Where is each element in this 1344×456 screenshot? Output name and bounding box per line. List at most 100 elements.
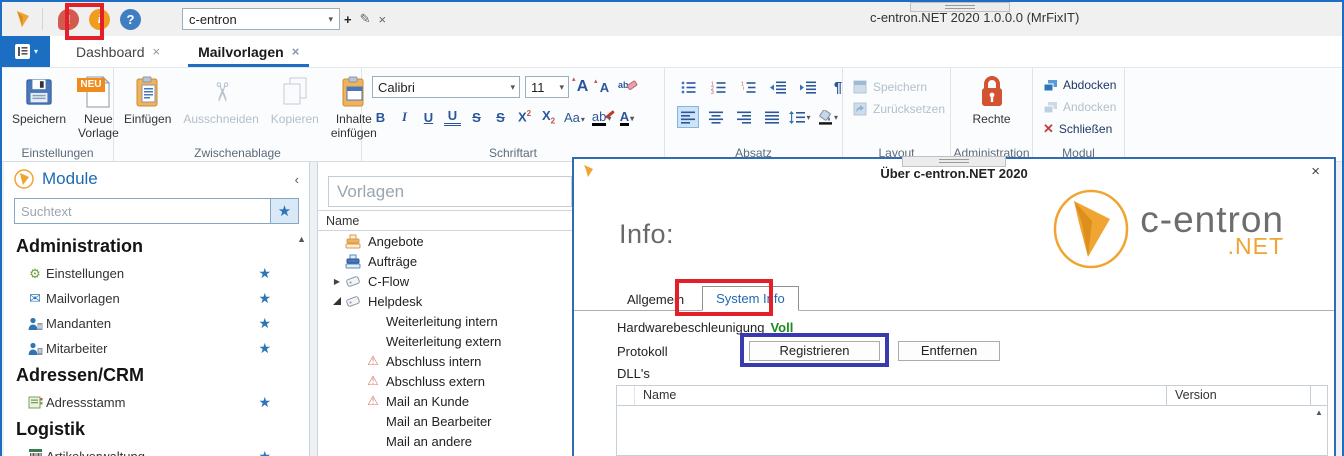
favorite-star-icon[interactable]: ★ <box>258 265 271 282</box>
registrieren-button[interactable]: Registrieren <box>749 341 880 361</box>
font-family-select[interactable]: Calibri ▾ <box>372 76 520 98</box>
tree-item-abschluss-intern[interactable]: ⚠ Abschluss intern <box>318 351 572 371</box>
dialog-close-icon[interactable]: × <box>1311 163 1320 180</box>
feedback-icon[interactable]: ! <box>58 9 79 30</box>
font-color-button[interactable]: A▾ <box>618 109 635 126</box>
schliessen-button[interactable]: ✕ Schließen <box>1043 118 1120 140</box>
font-size-select[interactable]: 11 ▾ <box>525 76 569 98</box>
tree-item-cflow[interactable]: ▶ C-Flow <box>318 271 572 291</box>
dialog-drag-handle[interactable] <box>902 156 1006 167</box>
favorite-star-icon[interactable]: ★ <box>258 394 271 411</box>
strikethrough-button[interactable]: S <box>468 110 485 125</box>
sidebar-item-mailvorlagen[interactable]: ✉ Mailvorlagen ★ <box>16 286 297 311</box>
sidebar-item-label: Artikelverwaltung <box>46 449 145 456</box>
dialog-tab-strip: Allgemein System Info <box>617 285 799 311</box>
highlight-color-button[interactable]: ab▾ <box>592 109 611 126</box>
close-icon[interactable]: × <box>153 44 161 59</box>
einfuegen-button[interactable]: Einfügen <box>118 72 177 144</box>
dlls-label: DLL's <box>617 366 650 381</box>
remove-profile-icon[interactable]: × <box>379 12 387 27</box>
tree-item-mail-an-kunde[interactable]: ⚠ Mail an Kunde <box>318 391 572 411</box>
tab-mailvorlagen[interactable]: Mailvorlagen × <box>186 36 311 67</box>
bold-button[interactable]: B <box>372 110 389 125</box>
list-menu-icon <box>14 43 31 60</box>
sidebar-item-adressstamm[interactable]: Adressstamm ★ <box>16 390 297 415</box>
favorite-star-icon[interactable]: ★ <box>258 340 271 357</box>
change-case-button[interactable]: Aa▾ <box>564 110 585 125</box>
clear-formatting-button[interactable]: ab <box>618 78 638 97</box>
entfernen-button[interactable]: Entfernen <box>898 341 1000 361</box>
abdocken-button[interactable]: Abdocken <box>1043 74 1120 96</box>
multilevel-list-button[interactable]: 1i <box>737 76 759 98</box>
tab-allgemein[interactable]: Allgemein <box>617 288 694 311</box>
italic-button[interactable]: I <box>396 109 413 125</box>
hw-label: Hardwarebeschleunigung <box>617 320 764 335</box>
search-input[interactable] <box>15 199 270 223</box>
chevron-down-icon[interactable]: ▾ <box>328 14 339 25</box>
neue-vorlage-label: Neue Vorlage <box>78 113 119 141</box>
double-strikethrough-button[interactable]: S <box>492 110 509 125</box>
info-icon[interactable]: i <box>89 9 110 30</box>
tree-item-mail-an-andere[interactable]: Mail an andere <box>318 431 572 451</box>
client-person-icon <box>28 317 43 331</box>
increase-indent-button[interactable] <box>797 76 819 98</box>
tree-item-mail-an-bearbeiter[interactable]: Mail an Bearbeiter <box>318 411 572 431</box>
font-family-value: Calibri <box>373 80 506 95</box>
barcode-icon <box>28 449 43 456</box>
main-menu-button[interactable]: ▾ <box>2 36 50 67</box>
sidebar-scroll-up[interactable]: ▲ <box>297 234 306 244</box>
speichern-button[interactable]: Speichern <box>6 72 72 144</box>
sidebar-item-mitarbeiter[interactable]: Mitarbeiter ★ <box>16 336 297 361</box>
shrink-font-button[interactable]: ▴A <box>596 80 613 95</box>
tree-item-weiterleitung-extern[interactable]: Weiterleitung extern <box>318 331 572 351</box>
double-underline-button[interactable]: U <box>444 108 461 126</box>
favorite-star-icon[interactable]: ★ <box>258 448 271 456</box>
collapse-sidebar-icon[interactable]: ‹ <box>295 172 299 187</box>
warning-icon: ⚠ <box>364 353 382 369</box>
panel-drag-handle[interactable] <box>910 2 1010 12</box>
decrease-indent-button[interactable] <box>767 76 789 98</box>
favorite-star-icon[interactable]: ★ <box>258 290 271 307</box>
align-center-button[interactable] <box>705 106 727 128</box>
align-left-button[interactable] <box>677 106 699 128</box>
justify-button[interactable] <box>761 106 783 128</box>
tree-item-label: Abschluss intern <box>386 354 481 369</box>
help-icon[interactable]: ? <box>120 9 141 30</box>
expander-open-icon[interactable] <box>333 297 341 305</box>
rechte-button[interactable]: Rechte <box>966 72 1016 144</box>
tree-item-auftraege[interactable]: Aufträge <box>318 251 572 271</box>
sidebar-item-artikelverwaltung[interactable]: Artikelverwaltung ★ <box>16 444 297 456</box>
expander-closed-icon[interactable]: ▶ <box>330 277 344 286</box>
ticket-icon <box>345 275 361 288</box>
tree-item-helpdesk[interactable]: Helpdesk <box>318 291 572 311</box>
column-header-name[interactable]: Name <box>635 386 1167 405</box>
sidebar-item-mandanten[interactable]: Mandanten ★ <box>16 311 297 336</box>
align-right-button[interactable] <box>733 106 755 128</box>
tab-system-info[interactable]: System Info <box>702 286 799 311</box>
favorite-star-icon[interactable]: ★ <box>258 315 271 332</box>
numbered-list-button[interactable]: 123 <box>707 76 729 98</box>
shading-button[interactable]: ▾ <box>817 106 839 128</box>
table-scroll-up[interactable]: ▲ <box>1312 408 1326 417</box>
tree-item-angebote[interactable]: Angebote <box>318 231 572 251</box>
add-profile-button[interactable]: + <box>344 12 352 27</box>
favorites-filter-button[interactable]: ★ <box>270 199 298 223</box>
profile-combobox[interactable]: c-entron ▾ <box>182 8 340 30</box>
sidebar-item-einstellungen[interactable]: ⚙ Einstellungen ★ <box>16 261 297 286</box>
address-card-icon <box>28 396 43 409</box>
sidebar-item-label: Mailvorlagen <box>46 291 120 306</box>
tree-item-abschluss-extern[interactable]: ⚠ Abschluss extern <box>318 371 572 391</box>
line-spacing-button[interactable]: ▾ <box>789 106 811 128</box>
module-logo-icon <box>14 169 34 189</box>
column-header-version[interactable]: Version <box>1167 386 1311 405</box>
tab-dashboard[interactable]: Dashboard × <box>64 36 172 67</box>
edit-profile-icon[interactable]: ✎ <box>360 11 371 27</box>
underline-button[interactable]: U <box>420 110 437 125</box>
subscript-button[interactable]: X2 <box>540 108 557 126</box>
tree-item-weiterleitung-intern[interactable]: Weiterleitung intern <box>318 311 572 331</box>
layout-save-icon <box>853 80 868 94</box>
close-icon[interactable]: × <box>292 44 300 59</box>
bullet-list-button[interactable] <box>677 76 699 98</box>
grow-font-button[interactable]: ▴A <box>574 78 591 96</box>
superscript-button[interactable]: X2 <box>516 109 533 124</box>
